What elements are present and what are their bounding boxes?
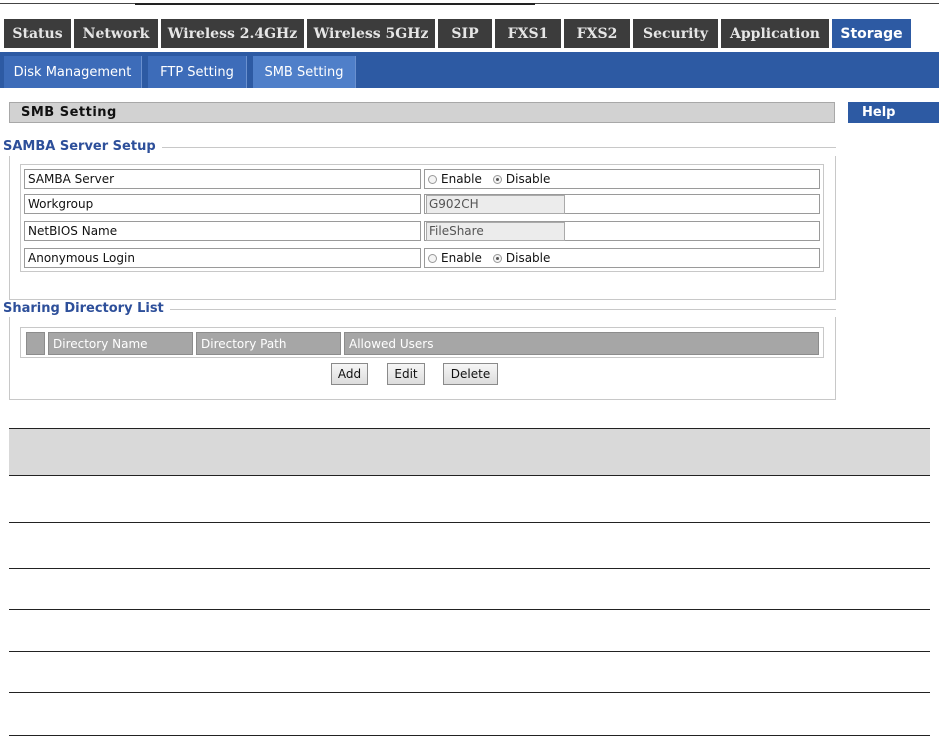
netbios-label: NetBIOS Name	[24, 221, 421, 241]
main-nav: Status Network Wireless 2.4GHz Wireless …	[4, 19, 939, 48]
netbios-cell	[424, 221, 820, 241]
delete-button[interactable]: Delete	[443, 363, 498, 385]
tab-wireless-24ghz[interactable]: Wireless 2.4GHz	[161, 19, 304, 48]
tab-status[interactable]: Status	[4, 19, 71, 48]
tab-fxs2[interactable]: FXS2	[564, 19, 630, 48]
edit-button[interactable]: Edit	[387, 363, 425, 385]
anon-enable-label: Enable	[441, 251, 482, 265]
tab-application[interactable]: Application	[721, 19, 829, 48]
anon-disable-radio[interactable]	[492, 253, 502, 263]
anon-enable-radio[interactable]	[428, 253, 437, 263]
sharing-legend: Sharing Directory List	[3, 301, 170, 316]
directory-name-header: Directory Name	[48, 332, 193, 355]
doc-table-rule	[9, 475, 930, 476]
sub-nav: Disk Management FTP Setting SMB Setting	[0, 52, 939, 88]
workgroup-input[interactable]	[426, 194, 565, 214]
samba-disable-radio[interactable]	[492, 174, 502, 184]
samba-server-row: SAMBA Server Enable Disable	[24, 169, 820, 189]
samba-fieldset-line	[160, 147, 836, 148]
workgroup-row: Workgroup	[24, 194, 820, 214]
anon-disable-label: Disable	[505, 251, 551, 265]
directory-path-header: Directory Path	[196, 332, 341, 355]
tab-security[interactable]: Security	[633, 19, 718, 48]
tab-storage[interactable]: Storage	[832, 19, 911, 48]
samba-server-label: SAMBA Server	[24, 169, 421, 189]
workgroup-label: Workgroup	[24, 194, 421, 214]
doc-table-rule	[9, 692, 930, 693]
samba-legend: SAMBA Server Setup	[3, 139, 162, 154]
doc-table-rule	[9, 651, 930, 652]
add-button[interactable]: Add	[331, 363, 368, 385]
top-rule-dark	[135, 3, 535, 5]
netbios-row: NetBIOS Name	[24, 221, 820, 241]
tab-sip[interactable]: SIP	[438, 19, 492, 48]
section-title: SMB Setting	[9, 102, 835, 123]
samba-server-options: Enable Disable	[424, 169, 820, 189]
anonymous-login-options: Enable Disable	[424, 248, 820, 268]
subtab-smb-setting[interactable]: SMB Setting	[253, 56, 356, 88]
netbios-input[interactable]	[426, 221, 565, 241]
subtab-disk-management[interactable]: Disk Management	[4, 56, 142, 88]
tab-wireless-5ghz[interactable]: Wireless 5GHz	[307, 19, 435, 48]
workgroup-cell	[424, 194, 820, 214]
doc-table-header	[9, 429, 930, 475]
subtab-ftp-setting[interactable]: FTP Setting	[148, 56, 247, 88]
doc-table-rule	[9, 568, 930, 569]
doc-table-rule	[9, 735, 930, 736]
tab-fxs1[interactable]: FXS1	[495, 19, 561, 48]
doc-table-rule	[9, 522, 930, 523]
directory-table-header: Directory Name Directory Path Allowed Us…	[26, 332, 822, 355]
anonymous-login-row: Anonymous Login Enable Disable	[24, 248, 820, 268]
doc-table-rule	[9, 609, 930, 610]
help-button[interactable]: Help	[848, 102, 939, 123]
sharing-fieldset-line	[162, 309, 836, 310]
samba-enable-radio[interactable]	[428, 174, 437, 184]
samba-enable-label: Enable	[441, 172, 482, 186]
anonymous-login-label: Anonymous Login	[24, 248, 421, 268]
samba-disable-label: Disable	[505, 172, 551, 186]
allowed-users-header: Allowed Users	[344, 332, 819, 355]
select-column-header	[26, 332, 45, 355]
tab-network[interactable]: Network	[74, 19, 158, 48]
doc-table-rule	[9, 428, 930, 429]
